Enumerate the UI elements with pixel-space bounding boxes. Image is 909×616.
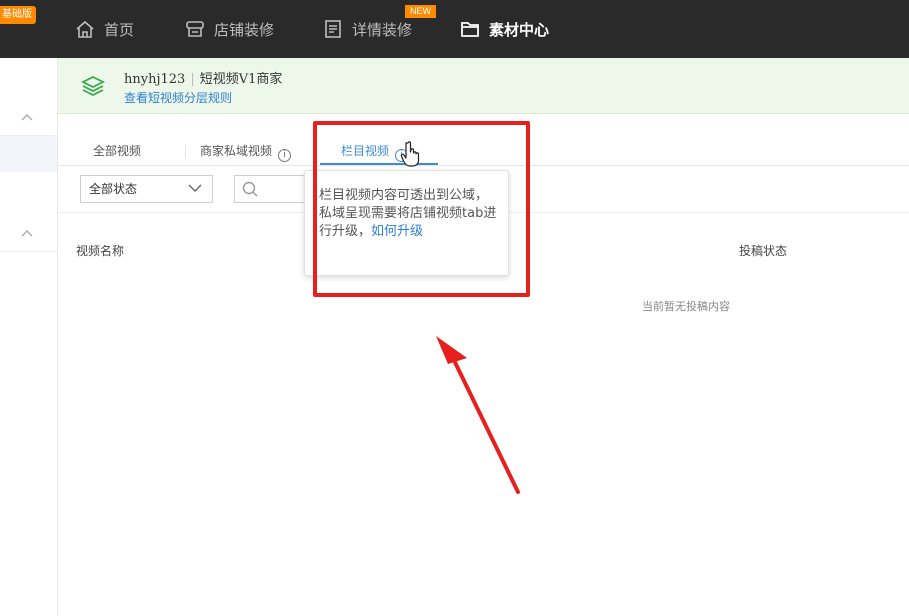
nav-detail-decor-label: 详情装修 (352, 20, 413, 39)
tab-all-videos[interactable]: 全部视频 (93, 142, 141, 159)
search-input[interactable] (234, 175, 306, 203)
column-header-video-name: 视频名称 (76, 244, 125, 258)
nav-store-decor-label: 店铺装修 (214, 20, 275, 39)
status-select-value: 全部状态 (89, 182, 138, 196)
column-header-submission-status: 投稿状态 (739, 244, 788, 258)
store-icon (186, 21, 204, 37)
tab-all-videos-label: 全部视频 (93, 144, 142, 158)
nav-material-center[interactable]: 素材中心 (459, 0, 549, 58)
video-tabs: 全部视频 商家私域视频 i 栏目视频i (58, 136, 909, 166)
account-info-bar: hnyhj123 | 短视频V1商家 查看短视频分层规则 (58, 58, 909, 114)
info-icon[interactable]: i (278, 149, 292, 162)
account-name: hnyhj123 | 短视频V1商家 (124, 68, 282, 87)
tier-rules-link[interactable]: 查看短视频分层规则 (124, 89, 232, 106)
folder-icon (461, 22, 479, 37)
top-nav-bar: 基础版 首页 店铺装修 详情装修 NEW 素材中心 (0, 0, 909, 58)
tab-column-videos[interactable]: 栏目视频i (341, 142, 409, 162)
tab-divider (315, 144, 316, 158)
layers-icon (80, 75, 106, 97)
chevron-up-icon[interactable] (20, 112, 34, 122)
tab-divider (185, 144, 186, 158)
sidebar-section-1 (0, 58, 57, 136)
hand-cursor-icon (400, 141, 420, 167)
status-select[interactable]: 全部状态 (80, 175, 213, 203)
home-icon (76, 20, 94, 38)
username: hnyhj123 (124, 72, 186, 87)
column-video-tooltip: 栏目视频内容可透出到公域，私域呈现需要将店铺视频tab进行升级，如何升级 (304, 170, 509, 276)
nav-home-label: 首页 (104, 20, 135, 39)
edition-badge: 基础版 (0, 6, 36, 24)
sidebar-section-2 (0, 172, 57, 252)
empty-state-text: 当前暂无投稿内容 (642, 300, 730, 313)
nav-home[interactable]: 首页 (74, 0, 134, 58)
nav-detail-decor[interactable]: 详情装修 (322, 0, 412, 58)
tab-private-videos[interactable]: 商家私域视频 i (200, 142, 292, 162)
sidebar-selected-item[interactable] (0, 136, 57, 172)
separator: | (190, 72, 195, 87)
tab-private-videos-label: 商家私域视频 (200, 144, 273, 158)
sidebar (0, 58, 58, 616)
merchant-level: 短视频V1商家 (199, 72, 283, 87)
nav-material-center-label: 素材中心 (489, 20, 550, 39)
how-to-upgrade-link[interactable]: 如何升级 (371, 224, 423, 239)
tab-column-videos-label: 栏目视频 (341, 144, 390, 158)
search-icon (242, 181, 258, 197)
new-tag: NEW (405, 5, 436, 18)
nav-store-decor[interactable]: 店铺装修 (184, 0, 274, 58)
document-icon (325, 20, 341, 38)
chevron-down-icon (188, 184, 202, 192)
chevron-up-icon[interactable] (20, 228, 34, 238)
